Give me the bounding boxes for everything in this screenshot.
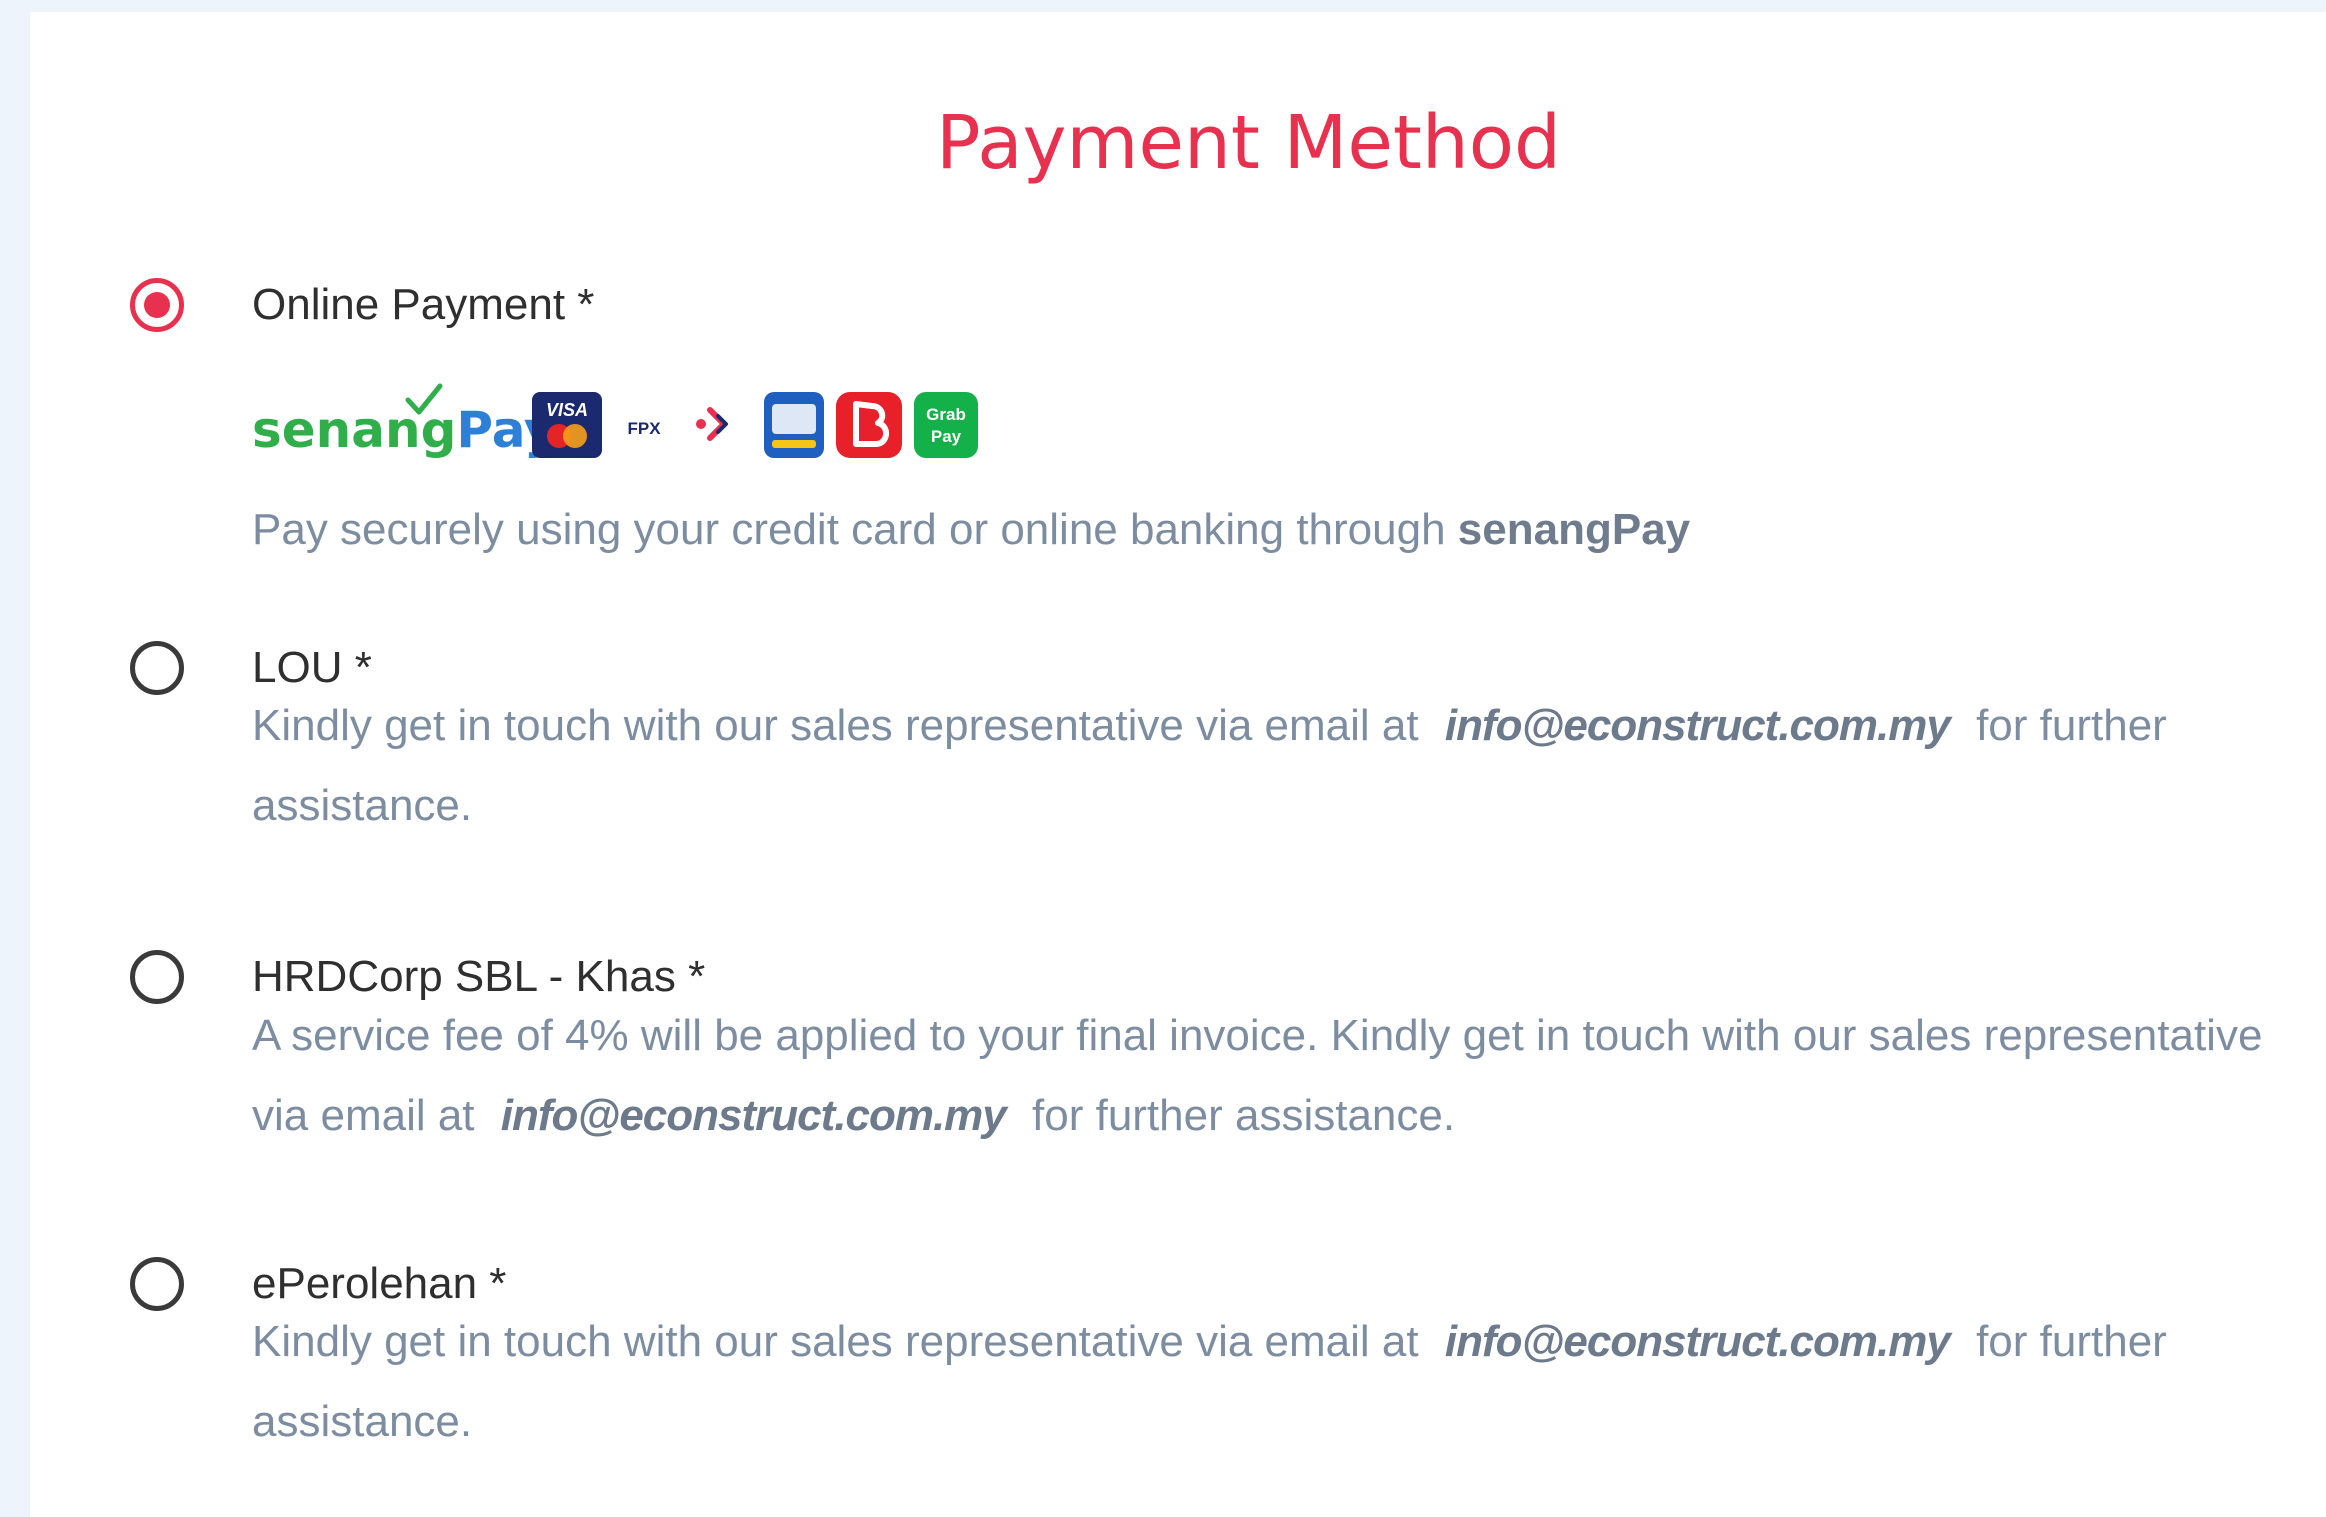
duitnow-icon <box>696 407 728 441</box>
radio-hrdcorp[interactable] <box>130 950 184 1004</box>
option-label-hrdcorp[interactable]: HRDCorp SBL - Khas * <box>252 952 705 1002</box>
option-description-online-payment: Pay securely using your credit card or o… <box>252 505 1691 554</box>
option-description-eperolehan: Kindly get in touch with our sales repre… <box>252 1317 2167 1446</box>
email-link[interactable]: info@econstruct.com.my <box>1445 701 1951 750</box>
fpx-icon: FPX <box>614 412 674 442</box>
payment-logos: senangPay VISA FPX Grab Pay <box>252 383 1032 468</box>
option-description-hrdcorp: A service fee of 4% will be applied to y… <box>252 1011 2263 1140</box>
boost-icon <box>836 392 902 458</box>
svg-text:Grab: Grab <box>926 405 966 424</box>
svg-text:VISA: VISA <box>546 400 588 420</box>
radio-online-payment[interactable] <box>130 278 184 332</box>
radio-eperolehan[interactable] <box>130 1257 184 1311</box>
email-link[interactable]: info@econstruct.com.my <box>501 1091 1007 1140</box>
grabpay-icon: Grab Pay <box>914 392 978 458</box>
check-mark-icon <box>405 383 443 415</box>
touch-n-go-icon <box>764 392 824 458</box>
radio-lou[interactable] <box>130 641 184 695</box>
senangpay-name: senangPay <box>1457 505 1691 554</box>
svg-text:FPX: FPX <box>627 419 661 438</box>
email-link[interactable]: info@econstruct.com.my <box>1445 1317 1951 1366</box>
svg-text:Pay: Pay <box>931 427 962 446</box>
option-label-online-payment[interactable]: Online Payment * <box>252 280 594 330</box>
payment-method-card: Payment Method Online Payment * senangPa… <box>30 12 2326 1517</box>
option-description-lou: Kindly get in touch with our sales repre… <box>252 701 2167 830</box>
page-title: Payment Method <box>935 100 1562 186</box>
visa-mastercard-icon: VISA <box>532 392 602 458</box>
